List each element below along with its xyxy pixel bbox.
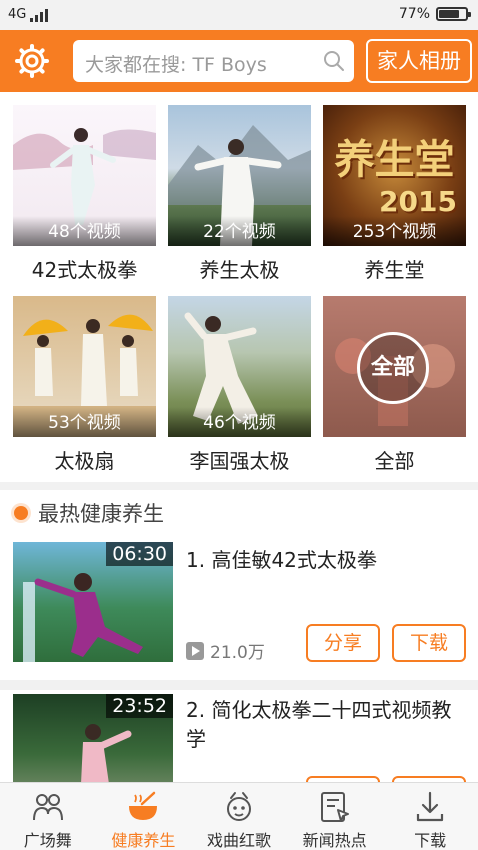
category-thumbnail: 全部	[323, 296, 466, 437]
tab-health[interactable]: 健康养生	[96, 783, 192, 850]
category-item[interactable]: 48个视频 42式太极拳	[13, 105, 156, 283]
tab-download[interactable]: 下载	[382, 783, 478, 850]
section-divider	[0, 482, 478, 490]
tab-label: 下载	[414, 831, 447, 850]
battery-icon	[436, 7, 471, 21]
video-title[interactable]: 1. 高佳敏42式太极拳	[186, 546, 468, 575]
tab-news[interactable]: 新闻热点	[287, 783, 383, 850]
section-title: 最热健康养生	[38, 502, 164, 526]
category-thumbnail: 22个视频	[168, 105, 311, 246]
play-count: 21.0万	[186, 638, 265, 663]
network-status: 4G	[8, 7, 49, 22]
tab-label: 戏曲红歌	[206, 831, 271, 850]
category-thumbnail: 53个视频	[13, 296, 156, 437]
category-label: 李国强太极	[189, 449, 290, 473]
category-thumbnail: 48个视频	[13, 105, 156, 246]
video-duration: 23:52	[106, 694, 173, 718]
family-album-button[interactable]: 家人相册	[366, 39, 472, 83]
tab-opera[interactable]: 戏曲红歌	[191, 783, 287, 850]
tab-square-dance[interactable]: 广场舞	[0, 783, 96, 850]
video-duration: 06:30	[106, 542, 173, 566]
item-separator	[0, 680, 478, 690]
news-icon	[320, 792, 349, 822]
tab-label: 广场舞	[23, 831, 72, 850]
video-thumbnail[interactable]: 06:30	[13, 542, 173, 662]
play-icon	[186, 641, 204, 660]
category-item-all[interactable]: 全部 全部	[323, 296, 466, 474]
section-header: 最热健康养生	[14, 498, 164, 528]
signal-icon	[30, 9, 49, 22]
download-button[interactable]: 下载	[392, 624, 466, 662]
category-label: 养生太极	[199, 258, 280, 282]
people-icon	[32, 794, 63, 821]
search-placeholder: 大家都在搜: TF Boys	[85, 54, 267, 76]
app-header: 大家都在搜: TF Boys 家人相册	[0, 30, 478, 92]
battery-percent: 77%	[398, 6, 430, 22]
yangshengtang-logo-text: 养生堂	[334, 136, 455, 183]
video-count: 53个视频	[13, 407, 156, 437]
bowl-icon	[129, 791, 158, 820]
video-count: 48个视频	[13, 216, 156, 246]
video-title[interactable]: 2. 简化太极拳二十四式视频教学	[186, 696, 468, 754]
category-item[interactable]: 22个视频 养生太极	[168, 105, 311, 283]
year-text: 2015	[379, 185, 457, 218]
share-button[interactable]: 分享	[306, 624, 380, 662]
video-count: 22个视频	[168, 216, 311, 246]
category-item[interactable]: 53个视频 太极扇	[13, 296, 156, 474]
all-badge: 全部	[357, 332, 429, 404]
bottom-tab-bar: 广场舞 健康养生 戏曲红歌 新闻热点 下载	[0, 782, 478, 850]
category-label: 42式太极拳	[31, 258, 138, 282]
category-item[interactable]: 46个视频 李国强太极	[168, 296, 311, 474]
tab-label: 新闻热点	[302, 831, 367, 850]
category-thumbnail: 46个视频	[168, 296, 311, 437]
status-bar: 4G 77%	[0, 0, 478, 30]
video-count: 46个视频	[168, 407, 311, 437]
search-input[interactable]: 大家都在搜: TF Boys	[73, 40, 354, 82]
network-type: 4G	[8, 7, 27, 22]
section-dot-icon	[14, 506, 28, 520]
tab-label: 健康养生	[111, 831, 176, 850]
opera-icon	[226, 792, 251, 821]
download-icon	[417, 791, 444, 822]
battery-status: 77%	[398, 6, 471, 22]
category-grid: 48个视频 42式太极拳 22个视频 养生太极 养生堂 2015 253个视频 …	[0, 92, 478, 482]
category-label: 全部	[374, 449, 415, 473]
category-label: 太极扇	[54, 449, 115, 473]
play-count-value: 21.0万	[210, 643, 265, 663]
category-label: 养生堂	[364, 258, 425, 282]
app-screen: 4G 77% 大家都在搜: TF Boys 家人相册 48个视频 42式太极拳 …	[0, 0, 478, 850]
category-item[interactable]: 养生堂 2015 253个视频 养生堂	[323, 105, 466, 283]
video-count: 253个视频	[323, 216, 466, 246]
category-thumbnail: 养生堂 2015 253个视频	[323, 105, 466, 246]
search-icon[interactable]	[323, 50, 345, 72]
battery-level	[439, 10, 460, 18]
settings-gear-icon[interactable]	[14, 43, 50, 79]
